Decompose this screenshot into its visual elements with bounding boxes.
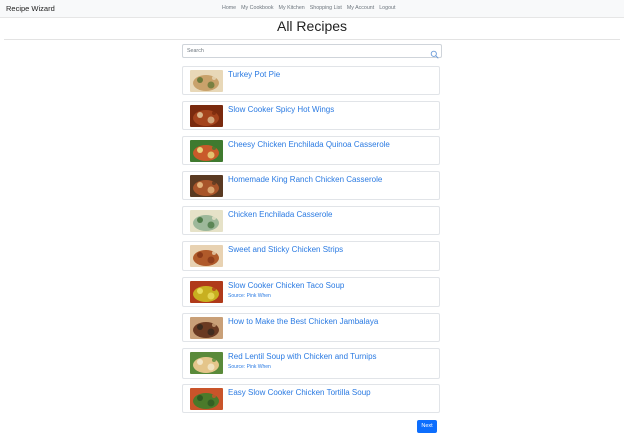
recipe-source-link[interactable]: Source: Pink When [228,364,271,370]
recipe-card[interactable]: Easy Slow Cooker Chicken Tortilla Soup [182,384,440,413]
nav-link-my-cookbook[interactable]: My Cookbook [241,5,273,12]
recipe-thumbnail[interactable] [190,105,223,127]
search-input[interactable] [187,46,423,56]
recipe-title-link[interactable]: Turkey Pot Pie [228,70,280,80]
top-navbar: Recipe Wizard Home My Cookbook My Kitche… [0,0,624,18]
recipe-card[interactable]: How to Make the Best Chicken Jambalaya [182,313,440,342]
search-box [182,44,442,59]
recipe-thumbnail[interactable] [190,175,223,197]
recipe-title-link[interactable]: Homemade King Ranch Chicken Casserole [228,175,382,185]
recipe-card[interactable]: Homemade King Ranch Chicken Casserole [182,171,440,200]
recipe-thumbnail[interactable] [190,245,223,267]
recipe-title-link[interactable]: How to Make the Best Chicken Jambalaya [228,317,378,327]
brand-logo-text[interactable]: Recipe Wizard [6,4,55,13]
recipe-card[interactable]: Turkey Pot Pie [182,66,440,95]
recipe-title-link[interactable]: Easy Slow Cooker Chicken Tortilla Soup [228,388,371,398]
recipe-thumbnail[interactable] [190,281,223,303]
recipe-thumbnail[interactable] [190,352,223,374]
title-divider [4,39,620,40]
nav-link-home[interactable]: Home [222,5,236,12]
recipe-card[interactable]: Chicken Enchilada Casserole [182,206,440,235]
nav-link-logout[interactable]: Logout [379,5,395,12]
next-page-button[interactable]: Next [417,420,437,433]
recipe-title-link[interactable]: Red Lentil Soup with Chicken and Turnips [228,352,377,362]
recipe-thumbnail[interactable] [190,317,223,339]
recipe-title-link[interactable]: Slow Cooker Spicy Hot Wings [228,105,334,115]
recipe-thumbnail[interactable] [190,210,223,232]
nav-link-shopping-list[interactable]: Shopping List [310,5,342,12]
recipe-card[interactable]: Slow Cooker Spicy Hot Wings [182,101,440,130]
recipe-source-link[interactable]: Source: Pink When [228,293,271,299]
nav-link-my-account[interactable]: My Account [347,5,374,12]
recipe-title-link[interactable]: Cheesy Chicken Enchilada Quinoa Casserol… [228,140,390,150]
page-title: All Recipes [276,18,348,34]
recipe-card[interactable]: Slow Cooker Chicken Taco Soup Source: Pin… [182,277,440,307]
recipe-title-link[interactable]: Chicken Enchilada Casserole [228,210,333,220]
recipe-card[interactable]: Sweet and Sticky Chicken Strips [182,241,440,271]
recipe-thumbnail[interactable] [190,140,223,162]
recipe-thumbnail[interactable] [190,388,223,410]
nav-link-my-kitchen[interactable]: My Kitchen [279,5,305,12]
nav-links: Home My Cookbook My Kitchen Shopping Lis… [222,5,395,12]
search-icon[interactable] [430,46,439,59]
recipe-thumbnail[interactable] [190,70,223,92]
recipe-card[interactable]: Cheesy Chicken Enchilada Quinoa Casserol… [182,136,440,165]
recipe-title-link[interactable]: Sweet and Sticky Chicken Strips [228,245,343,255]
recipe-title-link[interactable]: Slow Cooker Chicken Taco Soup [228,281,344,291]
recipe-card[interactable]: Red Lentil Soup with Chicken and Turnips… [182,348,440,379]
